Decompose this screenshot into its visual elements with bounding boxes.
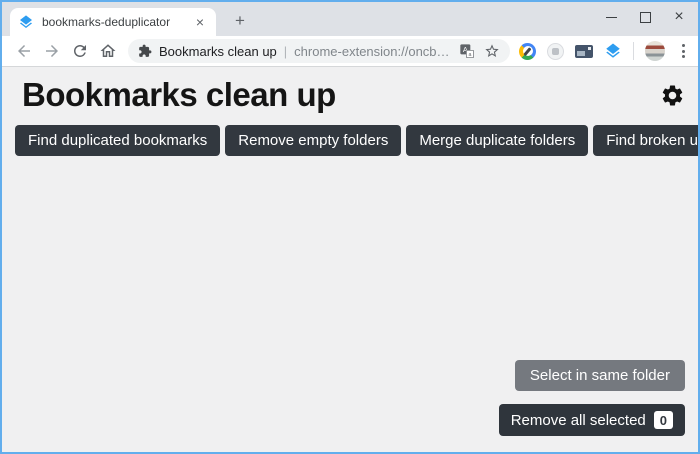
close-window-button[interactable]: × [662, 2, 696, 32]
action-button-row: Find duplicated bookmarks Remove empty f… [15, 125, 698, 156]
reload-icon[interactable] [71, 42, 89, 60]
toolbar-separator [633, 42, 634, 60]
grayed-extension-icon[interactable] [547, 42, 564, 60]
layers-favicon-icon [18, 14, 34, 30]
extension-page: Bookmarks clean up Find duplicated bookm… [2, 67, 698, 452]
back-icon[interactable] [15, 42, 33, 60]
omnibox-separator: | [283, 43, 288, 59]
find-broken-urls-button[interactable]: Find broken urls [593, 125, 698, 156]
omnibox-url: chrome-extension://oncbj... [294, 43, 450, 59]
screenshot-extension-icon[interactable] [575, 44, 593, 58]
extensions-area [519, 41, 690, 61]
color-wheel-extension-icon[interactable] [519, 42, 536, 60]
remove-all-selected-label: Remove all selected [510, 411, 646, 429]
browser-toolbar: Bookmarks clean up | chrome-extension://… [2, 36, 698, 66]
find-duplicated-bookmarks-button[interactable]: Find duplicated bookmarks [15, 125, 221, 156]
minimize-icon [605, 16, 617, 18]
close-icon: × [674, 8, 684, 25]
page-header: Bookmarks clean up [15, 67, 685, 125]
remove-empty-folders-button[interactable]: Remove empty folders [225, 125, 402, 156]
omnibox-page-label: Bookmarks clean up [159, 43, 277, 59]
browser-window: bookmarks-deduplicator × + × Bookmarks c… [0, 0, 700, 454]
maximize-icon [639, 11, 651, 23]
remove-all-selected-button[interactable]: Remove all selected 0 [498, 404, 685, 436]
bottom-action-stack: Select in same folder Remove all selecte… [498, 360, 685, 436]
tab-strip: bookmarks-deduplicator × + × [2, 2, 698, 36]
page-title: Bookmarks clean up [22, 76, 336, 113]
tab-close-icon[interactable]: × [192, 14, 208, 30]
selected-count-badge: 0 [653, 411, 673, 429]
minimize-button[interactable] [594, 2, 628, 32]
layers-extension-icon[interactable] [604, 42, 622, 60]
extension-puzzle-icon [138, 44, 152, 58]
tab-bookmarks-deduplicator[interactable]: bookmarks-deduplicator × [10, 8, 216, 36]
tab-title: bookmarks-deduplicator [42, 15, 171, 29]
address-bar[interactable]: Bookmarks clean up | chrome-extension://… [128, 39, 510, 63]
needle-icon [523, 46, 532, 56]
maximize-button[interactable] [628, 2, 662, 32]
home-icon[interactable] [99, 42, 117, 60]
new-tab-button[interactable]: + [228, 10, 252, 32]
kebab-menu-icon[interactable] [676, 42, 690, 60]
merge-duplicate-folders-button[interactable]: Merge duplicate folders [406, 125, 589, 156]
svg-text:a: a [469, 52, 472, 58]
select-in-same-folder-button[interactable]: Select in same folder [514, 360, 685, 391]
gear-icon[interactable] [660, 83, 685, 108]
window-controls: × [594, 2, 696, 32]
forward-icon[interactable] [43, 42, 61, 60]
bookmark-star-icon[interactable] [484, 43, 500, 59]
profile-avatar[interactable] [645, 41, 665, 61]
translate-icon[interactable]: A a [459, 43, 475, 59]
